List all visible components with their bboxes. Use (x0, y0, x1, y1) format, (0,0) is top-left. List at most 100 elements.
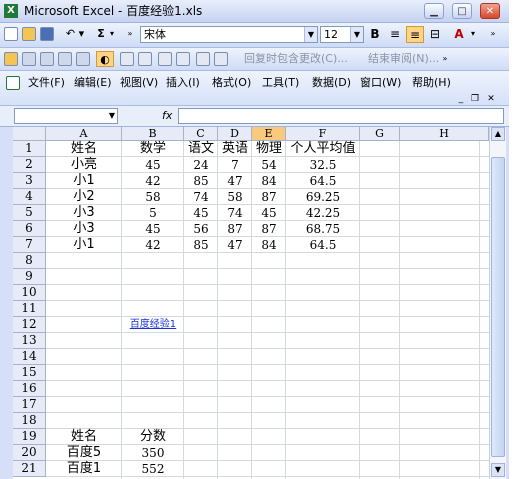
envelope-icon[interactable] (214, 51, 228, 67)
cell-a3[interactable]: 小1 (46, 173, 122, 189)
font-name-select[interactable]: 宋体 ▼ (140, 26, 318, 43)
cell-f5[interactable]: 42.25 (286, 205, 360, 221)
column-header-c[interactable]: C (184, 127, 218, 141)
cell-d5[interactable]: 74 (218, 205, 252, 221)
reply-with-changes-button[interactable]: 回复时包含更改(C)... (244, 51, 348, 67)
row-header[interactable]: 9 (13, 269, 46, 285)
cell-a19[interactable]: 姓名 (46, 429, 122, 445)
font-color-dropdown-icon[interactable]: ▾ (468, 26, 478, 42)
row-header[interactable]: 10 (13, 285, 46, 301)
cell-b4[interactable]: 58 (122, 189, 184, 205)
toolbar-options-icon[interactable]: » (488, 26, 498, 42)
new-icon[interactable] (4, 26, 18, 42)
cell-c1[interactable]: 语文 (184, 141, 218, 157)
folder-icon[interactable] (4, 51, 18, 67)
menu-format[interactable]: 格式(O) (212, 71, 251, 95)
cell-b3[interactable]: 42 (122, 173, 184, 189)
workbook-icon[interactable] (6, 75, 20, 91)
cell-c5[interactable]: 45 (184, 205, 218, 221)
cell-c7[interactable]: 85 (184, 237, 218, 253)
cell-a7[interactable]: 小1 (46, 237, 122, 253)
cell-a4[interactable]: 小2 (46, 189, 122, 205)
cell-e2[interactable]: 54 (252, 157, 286, 173)
row-header[interactable]: 15 (13, 365, 46, 381)
column-header-d[interactable]: D (218, 127, 252, 141)
toolbar-options-icon[interactable]: » (440, 51, 450, 67)
comment-icon[interactable] (22, 51, 36, 67)
menu-insert[interactable]: 插入(I) (166, 71, 200, 95)
cell-f2[interactable]: 32.5 (286, 157, 360, 173)
minimize-workbook-icon[interactable]: _ (456, 91, 466, 107)
row-header[interactable]: 21 (13, 461, 46, 477)
row-header[interactable]: 4 (13, 189, 46, 205)
worksheet-grid[interactable]: A B C D E F G H 1 2 3 4 5 6 7 8 9 10 11 12 13 14 15 16 1… (13, 127, 489, 479)
cell-a2[interactable]: 小亮 (46, 157, 122, 173)
chevron-down-icon[interactable]: ▼ (350, 27, 363, 42)
close-button[interactable]: ✕ (480, 3, 500, 19)
row-header[interactable]: 14 (13, 349, 46, 365)
align-center-icon[interactable]: ≡ (406, 26, 424, 43)
cell-a1[interactable]: 姓名 (46, 141, 122, 157)
cell-a5[interactable]: 小3 (46, 205, 122, 221)
cell-b21[interactable]: 552 (122, 461, 184, 477)
scroll-thumb[interactable] (491, 157, 505, 457)
cell-b20[interactable]: 350 (122, 445, 184, 461)
edit-comment-icon[interactable] (40, 51, 54, 67)
cell-e6[interactable]: 87 (252, 221, 286, 237)
row-header[interactable]: 2 (13, 157, 46, 173)
maximize-button[interactable]: □ (452, 3, 472, 19)
row-header[interactable]: 12 (13, 317, 46, 333)
bold-button[interactable]: B (366, 26, 384, 43)
row-header[interactable]: 20 (13, 445, 46, 461)
menu-data[interactable]: 数据(D) (312, 71, 351, 95)
reject-icon[interactable] (138, 51, 152, 67)
save-icon[interactable] (40, 26, 54, 42)
cell-c3[interactable]: 85 (184, 173, 218, 189)
name-box[interactable]: ▼ (14, 108, 118, 124)
menu-view[interactable]: 视图(V) (120, 71, 158, 95)
cell-b2[interactable]: 45 (122, 157, 184, 173)
minimize-button[interactable]: ▁ (424, 3, 444, 19)
cell-f4[interactable]: 69.25 (286, 189, 360, 205)
chevron-down-icon[interactable]: ▼ (304, 27, 317, 42)
restore-workbook-icon[interactable]: ❐ (470, 91, 480, 107)
cell-d3[interactable]: 47 (218, 173, 252, 189)
cell-b5[interactable]: 5 (122, 205, 184, 221)
cell-f3[interactable]: 64.5 (286, 173, 360, 189)
cell-d7[interactable]: 47 (218, 237, 252, 253)
menu-help[interactable]: 帮助(H) (412, 71, 451, 95)
column-header-a[interactable]: A (46, 127, 122, 141)
cell-e4[interactable]: 87 (252, 189, 286, 205)
mail-icon[interactable] (196, 51, 210, 67)
font-color-button[interactable]: A (450, 26, 468, 43)
menu-file[interactable]: 文件(F) (28, 71, 65, 95)
cell-b19[interactable]: 分数 (122, 429, 184, 445)
send-icon[interactable] (176, 51, 190, 67)
row-header[interactable]: 6 (13, 221, 46, 237)
cell-d2[interactable]: 7 (218, 157, 252, 173)
cell-a20[interactable]: 百度5 (46, 445, 122, 461)
autosum-dropdown-icon[interactable]: ▾ (106, 26, 118, 42)
cell-f1[interactable]: 个人平均值 (286, 141, 360, 157)
close-workbook-icon[interactable]: ✕ (486, 91, 496, 107)
cell-f7[interactable]: 64.5 (286, 237, 360, 253)
cell-d4[interactable]: 58 (218, 189, 252, 205)
row-header[interactable]: 8 (13, 253, 46, 269)
ink-icon[interactable] (120, 51, 134, 67)
formula-input[interactable] (178, 108, 504, 124)
row-header[interactable]: 5 (13, 205, 46, 221)
menu-edit[interactable]: 编辑(E) (74, 71, 112, 95)
column-header-g[interactable]: G (360, 127, 400, 141)
cell-d1[interactable]: 英语 (218, 141, 252, 157)
chevron-down-icon[interactable]: ▼ (109, 109, 115, 123)
cell-b7[interactable]: 42 (122, 237, 184, 253)
select-all-corner[interactable] (13, 127, 46, 141)
vertical-scrollbar[interactable]: ▲ ▼ (489, 127, 506, 479)
menu-tools[interactable]: 工具(T) (262, 71, 299, 95)
menu-window[interactable]: 窗口(W) (360, 71, 401, 95)
cell-b6[interactable]: 45 (122, 221, 184, 237)
cell-a6[interactable]: 小3 (46, 221, 122, 237)
cell-c6[interactable]: 56 (184, 221, 218, 237)
track-icon[interactable] (58, 51, 72, 67)
row-header[interactable]: 11 (13, 301, 46, 317)
